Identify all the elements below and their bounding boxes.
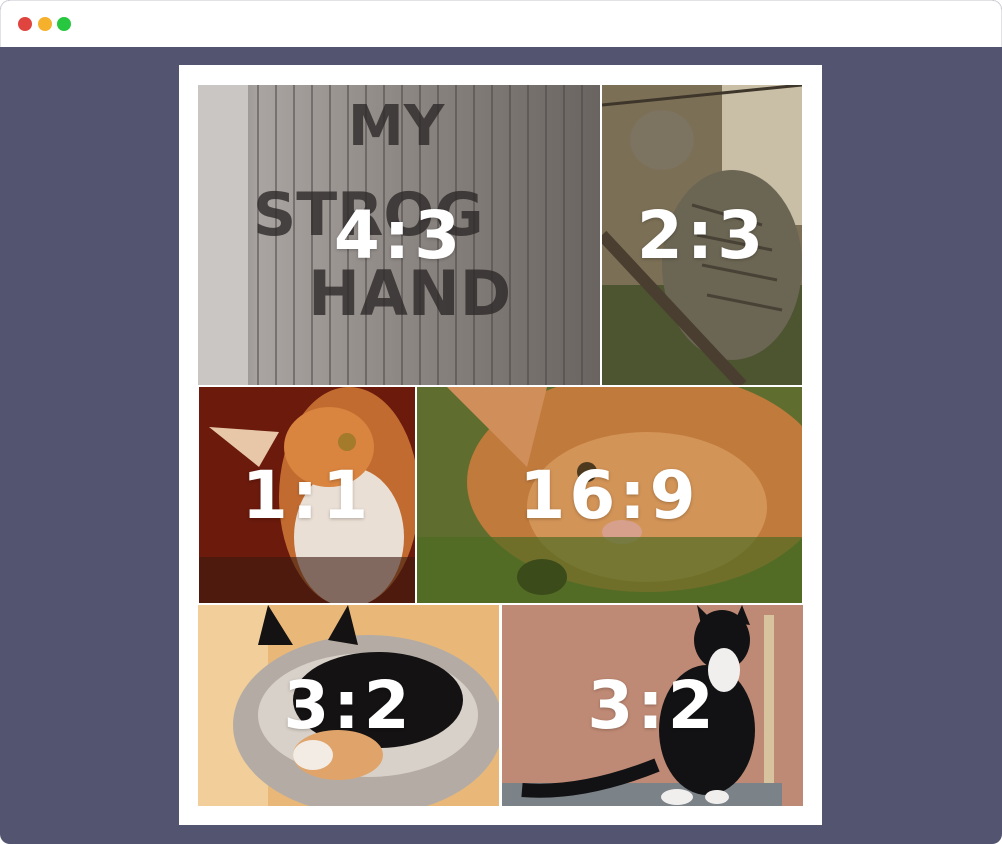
aspect-ratio-label: 4:3 bbox=[333, 196, 465, 274]
close-window-button[interactable] bbox=[18, 17, 32, 31]
gallery-tile-3-2-basket[interactable]: 3:2 bbox=[198, 605, 499, 806]
browser-window: MY STROG HAND 4:3 2:3 1:1 16:9 3:2 3:2 bbox=[0, 0, 1002, 844]
gallery-tile-2-3[interactable]: 2:3 bbox=[602, 85, 802, 385]
title-bar bbox=[0, 0, 1002, 47]
gallery-tile-4-3[interactable]: MY STROG HAND 4:3 bbox=[198, 85, 600, 385]
image-grid-card: MY STROG HAND 4:3 2:3 1:1 16:9 3:2 3:2 bbox=[179, 65, 822, 825]
gallery-tile-3-2-tuxedo[interactable]: 3:2 bbox=[502, 605, 803, 806]
aspect-ratio-label: 3:2 bbox=[283, 667, 414, 744]
aspect-ratio-label: 2:3 bbox=[636, 196, 768, 274]
minimize-window-button[interactable] bbox=[38, 17, 52, 31]
aspect-ratio-label: 1:1 bbox=[241, 456, 373, 534]
maximize-window-button[interactable] bbox=[57, 17, 71, 31]
gallery-tile-16-9[interactable]: 16:9 bbox=[417, 387, 802, 603]
aspect-ratio-label: 3:2 bbox=[587, 667, 718, 744]
aspect-ratio-label: 16:9 bbox=[519, 456, 700, 534]
gallery-tile-1-1[interactable]: 1:1 bbox=[199, 387, 415, 603]
